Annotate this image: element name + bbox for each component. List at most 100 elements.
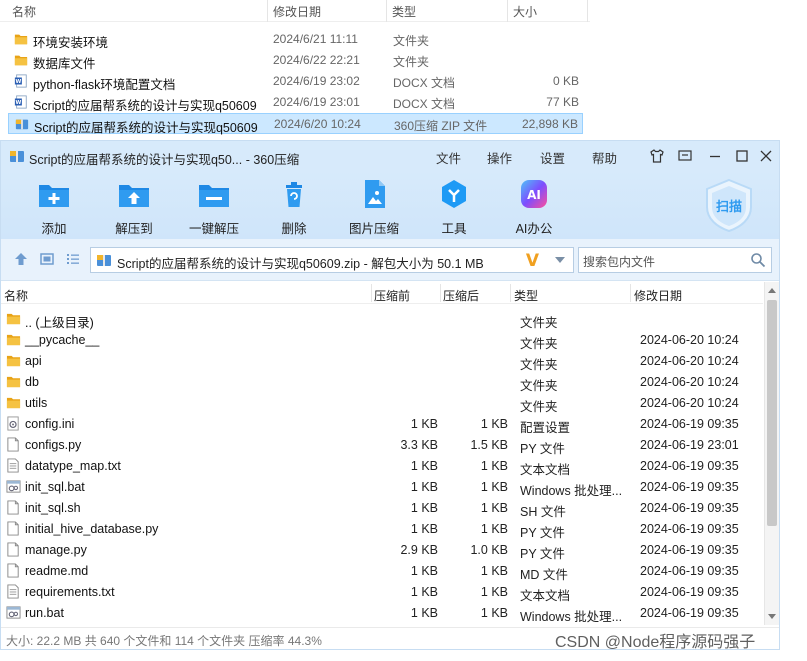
- file-list-header: 名称 压缩前 压缩后 类型 修改日期: [1, 282, 763, 304]
- archive-file-row[interactable]: initial_hive_database.py 1 KB 1 KB PY 文件 202…: [1, 518, 763, 540]
- explorer-col-size[interactable]: 大小: [513, 3, 537, 20]
- column-divider[interactable]: [386, 0, 387, 22]
- zip-archive-icon: [15, 119, 29, 130]
- maximize-icon[interactable]: [734, 148, 750, 164]
- image-compress-button[interactable]: 图片压缩: [336, 179, 412, 239]
- feedback-message-icon[interactable]: [677, 148, 693, 164]
- file-name: Script的应届帮系统的设计与实现q50609: [34, 121, 258, 135]
- menu-help[interactable]: 帮助: [592, 148, 617, 167]
- extract-to-label: 解压到: [115, 222, 153, 236]
- list-view-icon[interactable]: [65, 251, 81, 267]
- skin-shirt-icon[interactable]: [649, 148, 665, 164]
- menu-action[interactable]: 操作: [487, 148, 512, 167]
- minimize-icon[interactable]: [707, 148, 723, 164]
- scan-shield-button[interactable]: 扫描: [701, 177, 757, 233]
- explorer-col-name[interactable]: 名称: [12, 3, 36, 20]
- size-after: 1 KB: [480, 585, 508, 599]
- column-divider[interactable]: [440, 284, 441, 302]
- archive-file-date: 2024-06-19 09:35: [640, 585, 739, 599]
- col-compressed-before[interactable]: 压缩前: [374, 287, 410, 304]
- col-compressed-after[interactable]: 压缩后: [443, 287, 479, 304]
- extract-to-icon: [119, 185, 149, 207]
- column-divider[interactable]: [587, 0, 588, 22]
- app-zip-icon: [10, 151, 24, 162]
- up-arrow-icon[interactable]: [13, 251, 29, 267]
- file-type: 文件夹: [393, 34, 430, 48]
- size-before: 1 KB: [410, 522, 438, 536]
- explorer-row[interactable]: W Script的应届帮系统的设计与实现q50609 2024/6/19 23:01…: [8, 92, 583, 113]
- size-before: 1 KB: [410, 459, 438, 473]
- explorer-row[interactable]: Wpython-flask环境配置文档 2024/6/19 23:02 DOCX 文…: [8, 71, 583, 92]
- archive-file-date: 2024-06-19 09:35: [640, 501, 739, 515]
- size-before: 1 KB: [410, 417, 438, 431]
- column-divider[interactable]: [630, 284, 631, 302]
- archive-file-row[interactable]: .. (上级目录) 文件夹: [1, 308, 763, 330]
- vertical-scrollbar[interactable]: [764, 282, 779, 625]
- archive-file-date: 2024-06-20 10:24: [640, 396, 739, 410]
- explorer-column-header: 名称 修改日期 类型 大小: [0, 0, 590, 22]
- archive-file-row[interactable]: __pycache__ 文件夹 2024-06-20 10:24: [1, 329, 763, 351]
- archive-file-row[interactable]: readme.md 1 KB 1 KB MD 文件 2024-06-19 09:35: [1, 560, 763, 582]
- menu-file[interactable]: 文件: [436, 148, 461, 167]
- column-divider[interactable]: [371, 284, 372, 302]
- col-name[interactable]: 名称: [4, 287, 28, 304]
- thumbnail-view-icon[interactable]: [39, 251, 55, 267]
- archive-path-field[interactable]: Script的应届帮系统的设计与实现q50609.zip - 解包大小为 50.…: [90, 247, 574, 273]
- scrollbar-thumb[interactable]: [767, 300, 777, 526]
- archive-file-row[interactable]: run.bat 1 KB 1 KB Windows 批处理... 2024-06-19 …: [1, 602, 763, 624]
- archive-file-row[interactable]: requirements.txt 1 KB 1 KB 文本文档 2024-06-19 0…: [1, 581, 763, 603]
- add-icon: [39, 185, 69, 207]
- archive-file-row[interactable]: config.ini 1 KB 1 KB 配置设置 2024-06-19 09:35: [1, 413, 763, 435]
- menu-settings[interactable]: 设置: [540, 148, 565, 167]
- archive-file-row[interactable]: api 文件夹 2024-06-20 10:24: [1, 350, 763, 372]
- tools-button[interactable]: 工具: [416, 179, 492, 239]
- column-divider[interactable]: [267, 0, 268, 22]
- batch-file-icon: [6, 606, 21, 619]
- modified-date: 2024/6/19 23:02: [273, 74, 360, 88]
- folder-icon: [6, 313, 21, 325]
- archive-file-row[interactable]: manage.py 2.9 KB 1.0 KB PY 文件 2024-06-19 09:…: [1, 539, 763, 561]
- size-after: 1 KB: [480, 564, 508, 578]
- archive-file-row[interactable]: init_sql.bat 1 KB 1 KB Windows 批处理... 2024-0…: [1, 476, 763, 498]
- explorer-col-date[interactable]: 修改日期: [273, 3, 321, 20]
- archive-file-date: 2024-06-19 09:35: [640, 543, 739, 557]
- watermark: CSDN @Node程序源码强子: [555, 634, 756, 651]
- archive-file-row[interactable]: db 文件夹 2024-06-20 10:24: [1, 371, 763, 393]
- close-icon[interactable]: [758, 148, 774, 164]
- archive-file-name: db: [25, 375, 39, 389]
- size-before: 2.9 KB: [400, 543, 438, 557]
- search-box[interactable]: 搜索包内文件: [578, 247, 772, 273]
- file-name: 环境安装环境: [33, 36, 109, 50]
- archive-file-row[interactable]: datatype_map.txt 1 KB 1 KB 文本文档 2024-06-19 0…: [1, 455, 763, 477]
- add-button[interactable]: 添加: [16, 179, 92, 239]
- v-logo-icon[interactable]: V: [526, 251, 539, 271]
- archive-file-row[interactable]: configs.py 3.3 KB 1.5 KB PY 文件 2024-06-19 23…: [1, 434, 763, 456]
- ai-office-button[interactable]: AI AI办公: [496, 179, 572, 239]
- col-date[interactable]: 修改日期: [634, 287, 682, 304]
- column-divider[interactable]: [507, 0, 508, 22]
- archive-file-name: init_sql.sh: [25, 501, 81, 515]
- delete-button[interactable]: 删除: [256, 179, 332, 239]
- file-icon: [7, 542, 19, 557]
- svg-text:AI: AI: [527, 188, 541, 202]
- archive-file-row[interactable]: init_sql.sh 1 KB 1 KB SH 文件 2024-06-19 09:35: [1, 497, 763, 519]
- svg-text:W: W: [15, 100, 21, 106]
- one-click-extract-button[interactable]: 一键解压: [176, 179, 252, 239]
- scroll-up-icon[interactable]: [768, 288, 776, 293]
- size-after: 1 KB: [480, 501, 508, 515]
- col-type[interactable]: 类型: [514, 287, 538, 304]
- explorer-col-type[interactable]: 类型: [392, 3, 416, 20]
- explorer-row[interactable]: 环境安装环境 2024/6/21 11:11 文件夹: [8, 29, 583, 50]
- image-compress-label: 图片压缩: [348, 222, 399, 236]
- chevron-down-icon[interactable]: [555, 257, 565, 263]
- column-divider[interactable]: [510, 284, 511, 302]
- extract-to-button[interactable]: 解压到: [96, 179, 172, 239]
- size-before: 1 KB: [410, 501, 438, 515]
- explorer-row[interactable]: Script的应届帮系统的设计与实现q50609 2024/6/20 10:24 3…: [8, 113, 583, 135]
- explorer-row[interactable]: 数据库文件 2024/6/22 22:21 文件夹: [8, 50, 583, 71]
- search-icon[interactable]: [750, 252, 766, 268]
- scroll-down-icon[interactable]: [768, 614, 776, 619]
- title-bar[interactable]: Script的应届帮系统的设计与实现q50... - 360压缩 文件 操作 设…: [1, 141, 779, 171]
- archive-file-row[interactable]: utils 文件夹 2024-06-20 10:24: [1, 392, 763, 414]
- archive-file-date: 2024-06-19 09:35: [640, 417, 739, 431]
